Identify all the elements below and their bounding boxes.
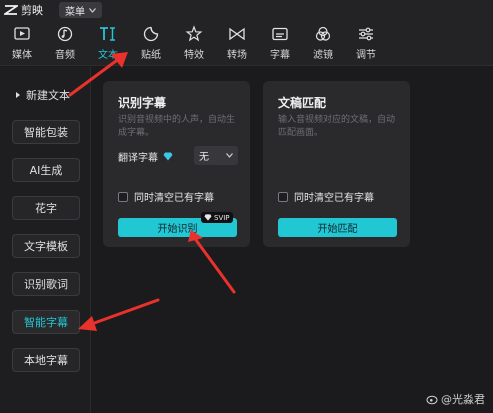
caret-right-icon: [16, 92, 20, 98]
sidebar-item-smart-subtitle[interactable]: 智能字幕: [12, 310, 80, 334]
tab-sticker-label: 贴纸: [141, 50, 161, 61]
subtitle-icon: [272, 27, 288, 41]
effects-icon: [185, 25, 203, 42]
sidebar-item-local-subtitle[interactable]: 本地字幕: [12, 348, 80, 372]
tab-media[interactable]: 媒体: [2, 20, 42, 65]
adjust-icon: [359, 27, 373, 41]
clear-existing-option[interactable]: 同时清空已有字幕: [118, 189, 214, 204]
transition-icon: [229, 27, 245, 41]
sidebar-item-label: AI生成: [29, 164, 63, 177]
menu-button[interactable]: 菜单: [59, 2, 102, 18]
tab-sticker[interactable]: 贴纸: [131, 20, 171, 65]
media-icon: [14, 27, 30, 40]
sidebar-item-label: 新建文本: [26, 89, 70, 102]
tab-audio[interactable]: 音频: [45, 20, 85, 65]
menu-label: 菜单: [65, 6, 85, 18]
app-name: 剪映: [21, 4, 43, 17]
recognize-subtitle-card: 识别字幕 识别音视频中的人声，自动生成字幕。 翻译字幕 无 同时清空已有字幕 开…: [103, 81, 250, 247]
svip-badge: SVIP: [201, 212, 233, 223]
text-icon: [100, 27, 115, 41]
sidebar: 新建文本 智能包装 AI生成 花字 文字模板 识别歌词 智能字幕 本地字幕: [0, 67, 91, 413]
tab-filter[interactable]: 滤镜: [303, 20, 343, 65]
clear-existing-option[interactable]: 同时清空已有字幕: [278, 189, 374, 204]
start-match-button[interactable]: 开始匹配: [278, 218, 397, 237]
svip-label: SVIP: [214, 213, 230, 222]
translate-language-value: 无: [199, 152, 209, 163]
weibo-icon: [426, 395, 438, 405]
clear-existing-checkbox[interactable]: [118, 191, 128, 202]
tab-adjust-label: 调节: [356, 50, 376, 61]
sidebar-item-label: 文字模板: [24, 240, 68, 253]
tab-effects[interactable]: 特效: [174, 20, 214, 65]
card-description: 识别音视频中的人声，自动生成字幕。: [118, 115, 236, 138]
watermark-text: @光淼君: [441, 393, 485, 406]
tab-text[interactable]: 文本: [88, 20, 128, 65]
audio-icon: [57, 26, 73, 42]
script-match-card: 文稿匹配 输入音视频对应的文稿，自动匹配画面。 同时清空已有字幕 开始匹配: [263, 81, 410, 247]
capcut-logo-icon: [4, 5, 18, 15]
sidebar-item-label: 智能字幕: [24, 316, 68, 329]
watermark: @光淼君: [426, 391, 485, 407]
tab-transition-label: 转场: [227, 50, 247, 61]
title-bar: 剪映 菜单: [0, 0, 493, 20]
app-logo: 剪映: [4, 2, 43, 18]
sidebar-item-new-text[interactable]: 新建文本: [12, 83, 80, 107]
tab-subtitle-label: 字幕: [270, 50, 290, 61]
card-description: 输入音视频对应的文稿，自动匹配画面。: [278, 115, 396, 138]
clear-existing-label: 同时清空已有字幕: [294, 193, 374, 204]
tab-media-label: 媒体: [12, 50, 32, 61]
card-title: 文稿匹配: [278, 96, 327, 110]
card-title: 识别字幕: [118, 96, 167, 110]
sidebar-item-recognize-lyrics[interactable]: 识别歌词: [12, 272, 80, 296]
tab-audio-label: 音频: [55, 50, 75, 61]
translate-language-select[interactable]: 无: [194, 146, 238, 165]
sidebar-item-label: 本地字幕: [24, 354, 68, 367]
diamond-icon: [163, 152, 173, 161]
chevron-down-icon: [89, 7, 96, 13]
clear-existing-label: 同时清空已有字幕: [134, 193, 214, 204]
app-window: 剪映 菜单 媒体 音频 文本 贴纸 特效 转场 字幕 滤镜 调节 新建文本 智能…: [0, 0, 493, 413]
sidebar-item-label: 识别歌词: [24, 278, 68, 291]
sidebar-item-ai-generate[interactable]: AI生成: [12, 158, 80, 182]
tab-effects-label: 特效: [184, 50, 204, 61]
toolbar-tabs: 媒体 音频 文本 贴纸 特效 转场 字幕 滤镜 调节: [0, 20, 493, 66]
translate-row: 翻译字幕: [118, 149, 173, 164]
sidebar-item-label: 花字: [35, 202, 57, 215]
translate-label: 翻译字幕: [118, 153, 158, 164]
sidebar-item-label: 智能包装: [24, 126, 68, 139]
diamond-icon: [204, 214, 212, 221]
clear-existing-checkbox[interactable]: [278, 191, 288, 202]
tab-text-label: 文本: [98, 50, 118, 61]
tab-transition[interactable]: 转场: [217, 20, 257, 65]
sticker-icon: [143, 26, 159, 42]
start-recognize-label: 开始识别: [157, 224, 198, 235]
start-match-label: 开始匹配: [317, 224, 358, 235]
filter-icon: [315, 26, 331, 41]
sidebar-item-fancy-text[interactable]: 花字: [12, 196, 80, 220]
tab-subtitle[interactable]: 字幕: [260, 20, 300, 65]
sidebar-item-smart-package[interactable]: 智能包装: [12, 120, 80, 144]
chevron-down-icon: [226, 153, 233, 158]
tab-adjust[interactable]: 调节: [346, 20, 386, 65]
tab-filter-label: 滤镜: [313, 50, 333, 61]
sidebar-item-text-template[interactable]: 文字模板: [12, 234, 80, 258]
